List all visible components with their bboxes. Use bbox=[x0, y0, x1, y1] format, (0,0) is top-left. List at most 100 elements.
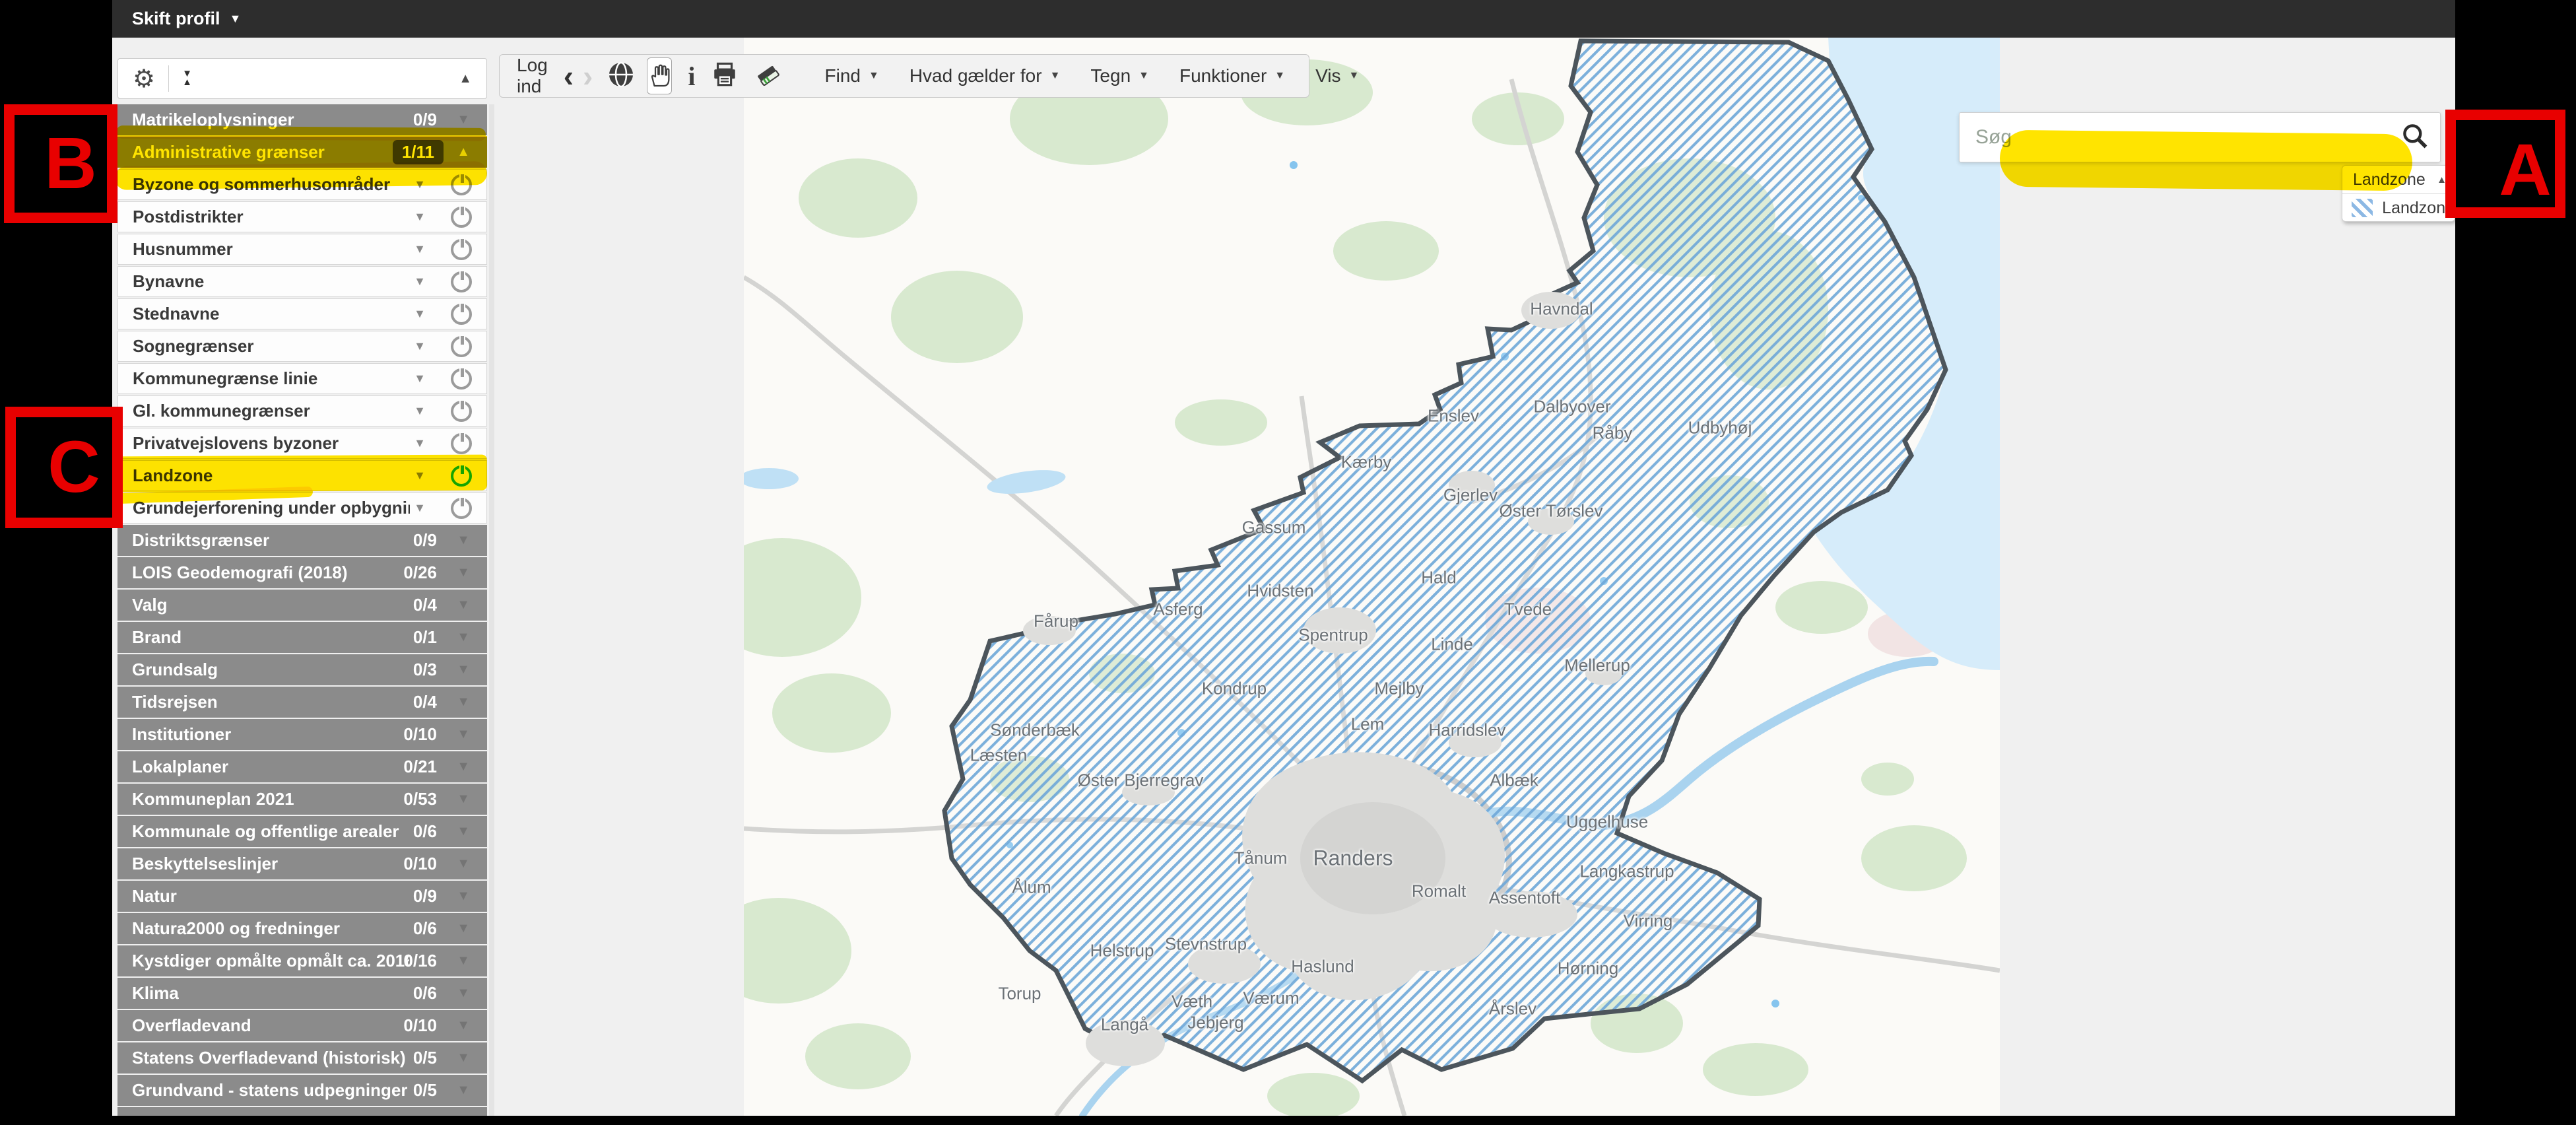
search-input[interactable] bbox=[1974, 125, 2373, 149]
back-arrow-icon[interactable]: ‹ bbox=[564, 61, 574, 91]
chevron-icon[interactable] bbox=[414, 501, 426, 515]
layer-row[interactable]: Beskyttelseslinjer 0/10 bbox=[117, 848, 487, 879]
chevron-icon[interactable] bbox=[457, 695, 470, 710]
layer-row[interactable]: Byzone og sommerhusområder bbox=[117, 169, 487, 200]
layer-row[interactable]: Postdistrikter bbox=[117, 201, 487, 232]
layer-row[interactable]: Overfladevand 0/10 bbox=[117, 1010, 487, 1041]
power-toggle-icon[interactable] bbox=[451, 401, 472, 422]
login-button[interactable]: Log ind bbox=[517, 55, 548, 97]
chevron-icon[interactable] bbox=[457, 1018, 470, 1033]
chevron-icon[interactable] bbox=[457, 921, 470, 936]
legend-collapse-icon[interactable]: ▲ bbox=[2437, 174, 2447, 186]
chevron-icon[interactable] bbox=[414, 469, 426, 483]
power-toggle-icon[interactable] bbox=[451, 336, 472, 357]
layer-row[interactable]: Grundvand - statens udpegninger 0/5 bbox=[117, 1075, 487, 1106]
profile-switcher-button[interactable]: Skift profil ▼ bbox=[132, 9, 241, 29]
layer-row[interactable]: Kommuneplan 2021 0/53 bbox=[117, 784, 487, 815]
layer-row[interactable]: Klima 0/6 bbox=[117, 978, 487, 1009]
layer-row[interactable]: Husnummer bbox=[117, 234, 487, 265]
toolbar-menu[interactable]: Funktioner ▼ bbox=[1179, 65, 1285, 86]
layer-row[interactable]: Sognegrænser bbox=[117, 331, 487, 362]
chevron-icon[interactable] bbox=[414, 436, 426, 450]
chevron-icon[interactable] bbox=[457, 145, 470, 160]
info-tool-icon[interactable]: i bbox=[688, 61, 695, 92]
layer-row[interactable]: Brand 0/1 bbox=[117, 622, 487, 653]
layer-row[interactable]: Matrikeloplysninger 0/9 bbox=[117, 104, 487, 135]
layer-row[interactable]: Grundejerforening under opbygning bbox=[117, 493, 487, 524]
layer-row[interactable]: Landzone bbox=[117, 460, 487, 491]
chevron-icon[interactable] bbox=[414, 404, 426, 418]
divider bbox=[168, 65, 169, 92]
forward-arrow-icon[interactable]: › bbox=[583, 61, 593, 91]
chevron-icon[interactable] bbox=[457, 889, 470, 904]
collapse-panel-icon[interactable]: ▲ bbox=[459, 71, 472, 86]
layer-row[interactable]: Institutioner 0/10 bbox=[117, 719, 487, 750]
layer-row[interactable]: Lokalplaner 0/21 bbox=[117, 751, 487, 782]
chevron-icon[interactable] bbox=[457, 597, 470, 613]
power-toggle-icon[interactable] bbox=[451, 433, 472, 454]
chevron-icon[interactable] bbox=[457, 727, 470, 742]
power-toggle-icon[interactable] bbox=[451, 207, 472, 228]
chevron-icon[interactable] bbox=[414, 178, 426, 191]
power-toggle-icon[interactable] bbox=[451, 271, 472, 292]
layer-row[interactable]: Privatvejslovens byzoner bbox=[117, 428, 487, 459]
toolbar-menu[interactable]: Find ▼ bbox=[825, 65, 879, 86]
chevron-icon[interactable] bbox=[414, 372, 426, 386]
chevron-icon[interactable] bbox=[457, 759, 470, 774]
layer-row[interactable]: Tidsrejsen 0/4 bbox=[117, 687, 487, 718]
gear-icon[interactable]: ⚙ bbox=[133, 64, 155, 94]
eraser-icon[interactable] bbox=[754, 61, 781, 92]
chevron-icon[interactable] bbox=[457, 112, 470, 127]
chevron-icon[interactable] bbox=[457, 533, 470, 548]
power-toggle-icon[interactable] bbox=[451, 465, 472, 487]
layer-row[interactable]: Natur 0/9 bbox=[117, 881, 487, 912]
layer-row[interactable]: Kystdiger opmålte opmålt ca. 2016 0/16 bbox=[117, 945, 487, 976]
chevron-icon[interactable] bbox=[457, 565, 470, 580]
chevron-icon[interactable] bbox=[414, 339, 426, 353]
power-toggle-icon[interactable] bbox=[451, 304, 472, 325]
chevron-icon[interactable] bbox=[414, 275, 426, 289]
legend-panel: Landzone ▲ Landzone bbox=[2342, 165, 2455, 222]
layer-row[interactable]: Grundsalg 0/3 bbox=[117, 654, 487, 685]
globe-zoom-extent-icon[interactable] bbox=[607, 61, 635, 92]
chevron-icon[interactable] bbox=[457, 662, 470, 677]
toolbar-menu[interactable]: Hvad gælder for ▼ bbox=[909, 65, 1061, 86]
layer-row[interactable]: Vandforsyningsplan 2013 0/3 bbox=[117, 1107, 487, 1116]
layer-row[interactable]: Bynavne bbox=[117, 266, 487, 297]
layer-row[interactable]: Stednavne bbox=[117, 298, 487, 329]
layer-label: Kommunegrænse linie bbox=[133, 368, 317, 389]
layer-row[interactable]: Administrative grænser 1/11 bbox=[117, 137, 487, 168]
chevron-icon[interactable] bbox=[457, 953, 470, 969]
chevron-icon[interactable] bbox=[457, 792, 470, 807]
layer-row[interactable]: Gl. kommunegrænser bbox=[117, 395, 487, 426]
pan-tool-button[interactable] bbox=[647, 57, 672, 94]
layer-row[interactable]: Kommunegrænse linie bbox=[117, 363, 487, 394]
chevron-icon[interactable] bbox=[457, 1050, 470, 1066]
layer-row[interactable]: Kommunale og offentlige arealer 0/6 bbox=[117, 816, 487, 847]
toolbar-menu[interactable]: Tegn ▼ bbox=[1090, 65, 1149, 86]
search-icon[interactable] bbox=[2400, 121, 2429, 154]
toolbar-menu[interactable]: Vis ▼ bbox=[1315, 65, 1359, 86]
chevron-icon[interactable] bbox=[457, 986, 470, 1001]
layer-label: Postdistrikter bbox=[133, 207, 244, 227]
chevron-down-icon: ▼ bbox=[1050, 70, 1061, 82]
chevron-icon[interactable] bbox=[457, 1083, 470, 1098]
chevron-icon[interactable] bbox=[414, 307, 426, 321]
layer-list-scrollbar[interactable] bbox=[489, 104, 494, 1116]
print-icon[interactable] bbox=[710, 61, 739, 92]
layer-row[interactable]: Natura2000 og fredninger 0/6 bbox=[117, 913, 487, 944]
chevron-icon[interactable] bbox=[457, 630, 470, 645]
power-toggle-icon[interactable] bbox=[451, 174, 472, 195]
layer-row[interactable]: Valg 0/4 bbox=[117, 590, 487, 621]
power-toggle-icon[interactable] bbox=[451, 498, 472, 519]
layer-row[interactable]: Distriktsgrænser 0/9 bbox=[117, 525, 487, 556]
chevron-icon[interactable] bbox=[414, 242, 426, 256]
chevron-icon[interactable] bbox=[414, 210, 426, 224]
layer-row[interactable]: Statens Overfladevand (historisk) 0/5 bbox=[117, 1042, 487, 1074]
layer-row[interactable]: LOIS Geodemografi (2018) 0/26 bbox=[117, 557, 487, 588]
chevron-icon[interactable] bbox=[457, 824, 470, 839]
reorder-layers-icon[interactable]: ▼▲ bbox=[182, 70, 192, 87]
power-toggle-icon[interactable] bbox=[451, 368, 472, 390]
power-toggle-icon[interactable] bbox=[451, 239, 472, 260]
chevron-icon[interactable] bbox=[457, 856, 470, 871]
